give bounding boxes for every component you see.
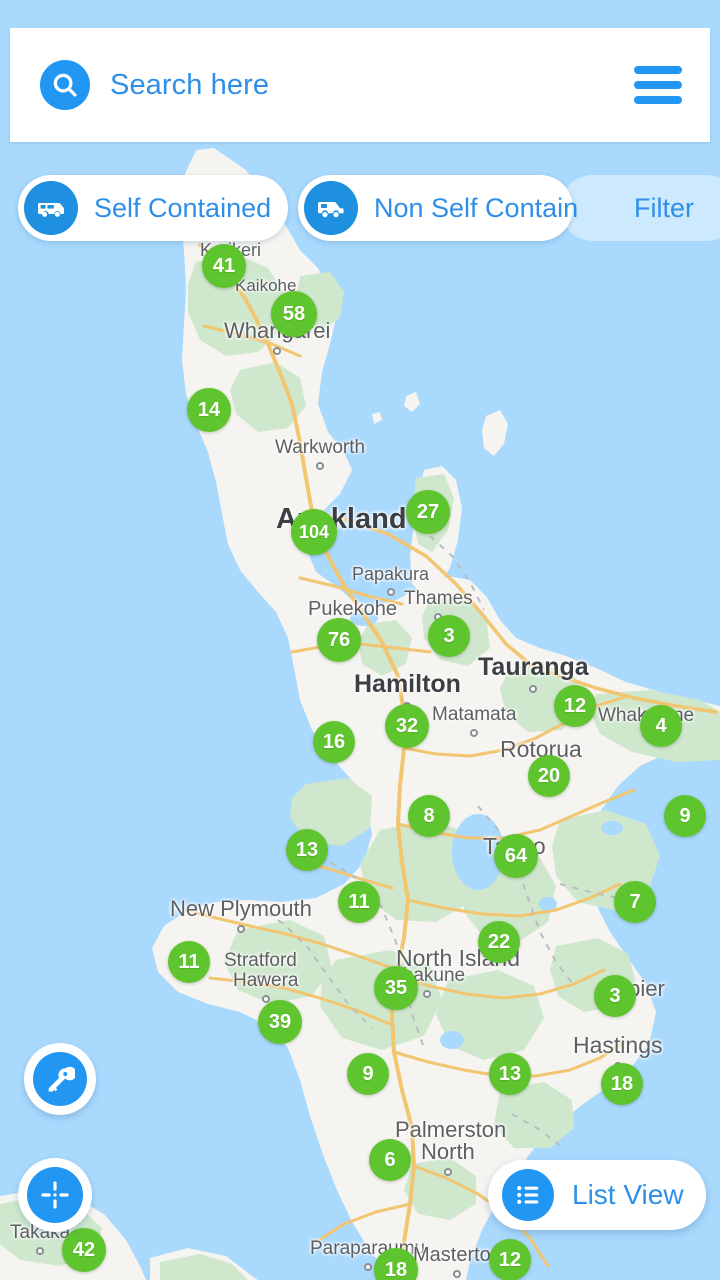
chip-self-contained[interactable]: Self Contained bbox=[18, 175, 288, 241]
van-icon bbox=[304, 181, 358, 235]
map-cluster-marker[interactable]: 58 bbox=[271, 291, 317, 337]
map-cluster-marker[interactable]: 39 bbox=[258, 1000, 302, 1044]
map-cluster-marker[interactable]: 104 bbox=[291, 509, 337, 555]
map-cluster-marker[interactable]: 9 bbox=[664, 795, 706, 837]
list-icon bbox=[502, 1169, 554, 1221]
map-cluster-marker[interactable]: 42 bbox=[62, 1228, 106, 1272]
map-cluster-marker[interactable]: 6 bbox=[369, 1139, 411, 1181]
key-icon bbox=[33, 1052, 87, 1106]
crosshair-locate-icon bbox=[27, 1167, 83, 1223]
map-cluster-marker[interactable]: 32 bbox=[385, 704, 429, 748]
map-cluster-marker[interactable]: 11 bbox=[338, 881, 380, 923]
map-cluster-marker[interactable]: 35 bbox=[374, 966, 418, 1010]
chip-label-self-contained: Self Contained bbox=[94, 192, 272, 223]
list-view-button[interactable]: List View bbox=[488, 1160, 706, 1230]
map-cluster-marker[interactable]: 14 bbox=[187, 388, 231, 432]
list-view-label: List View bbox=[572, 1179, 684, 1210]
locate-me-button[interactable] bbox=[18, 1158, 92, 1232]
filter-button[interactable]: Filter bbox=[560, 175, 720, 241]
map-cluster-marker[interactable]: 20 bbox=[528, 755, 570, 797]
map-cluster-marker[interactable]: 41 bbox=[202, 244, 246, 288]
map-cluster-marker[interactable]: 76 bbox=[317, 618, 361, 662]
map-cluster-marker[interactable]: 12 bbox=[554, 685, 596, 727]
map-cluster-marker[interactable]: 8 bbox=[408, 795, 450, 837]
map-cluster-marker[interactable]: 22 bbox=[478, 921, 520, 963]
map-cluster-marker[interactable]: 7 bbox=[614, 881, 656, 923]
search-icon[interactable] bbox=[40, 60, 90, 110]
map-cluster-marker[interactable]: 9 bbox=[347, 1053, 389, 1095]
login-key-button[interactable] bbox=[24, 1043, 96, 1115]
map-cluster-marker[interactable]: 13 bbox=[286, 829, 328, 871]
map-cluster-marker[interactable]: 11 bbox=[168, 941, 210, 983]
search-bar[interactable]: Search here bbox=[10, 28, 710, 142]
map-cluster-marker[interactable]: 27 bbox=[406, 490, 450, 534]
map-cluster-marker[interactable]: 16 bbox=[313, 721, 355, 763]
map-cluster-marker[interactable]: 3 bbox=[594, 975, 636, 1017]
map-cluster-marker[interactable]: 4 bbox=[640, 705, 682, 747]
map-cluster-marker[interactable]: 3 bbox=[428, 615, 470, 657]
map-cluster-marker[interactable]: 64 bbox=[494, 834, 538, 878]
map-cluster-marker[interactable]: 12 bbox=[489, 1239, 531, 1280]
search-input[interactable]: Search here bbox=[110, 69, 634, 102]
filter-label: Filter bbox=[634, 192, 694, 223]
chip-non-self-contained[interactable]: Non Self Contain bbox=[298, 175, 578, 241]
map-cluster-marker[interactable]: 13 bbox=[489, 1053, 531, 1095]
hamburger-menu-icon[interactable] bbox=[634, 66, 682, 104]
map-cluster-marker[interactable]: 18 bbox=[601, 1063, 643, 1105]
campervan-icon bbox=[24, 181, 78, 235]
chip-label-non-self-contained: Non Self Contain bbox=[374, 192, 579, 223]
map-screen: KerikeriKaikoheWhangareiWarkworthAucklan… bbox=[0, 0, 720, 1280]
filter-chip-row: Filter Non Self Contain Self Contained bbox=[0, 175, 720, 241]
